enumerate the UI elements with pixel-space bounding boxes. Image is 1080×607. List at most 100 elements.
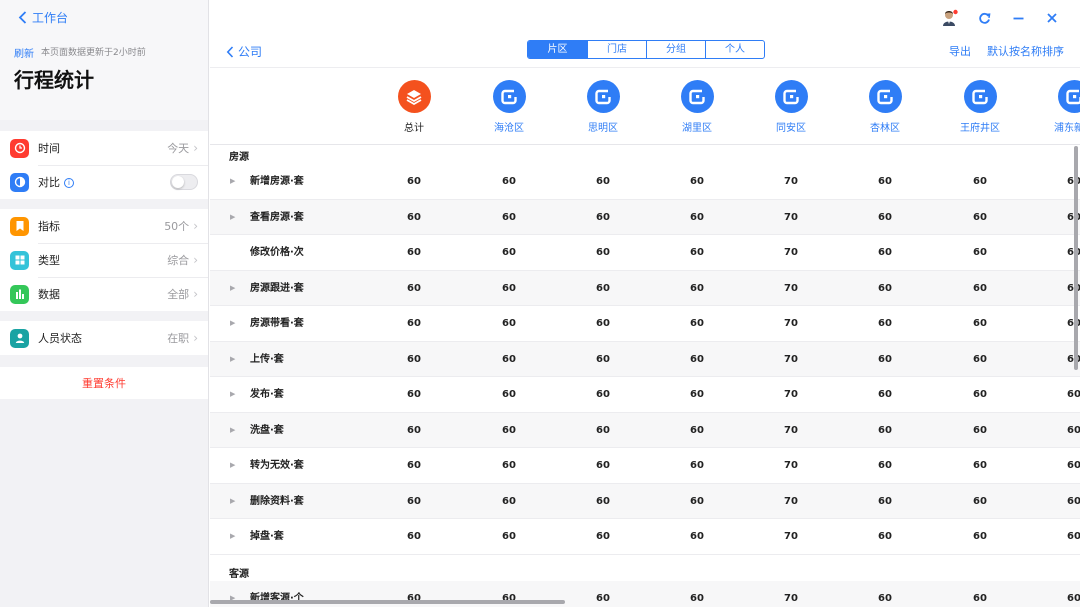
horizontal-scrollbar[interactable] — [210, 600, 565, 604]
clock-icon — [10, 138, 29, 158]
layers-icon — [397, 80, 431, 113]
table-row[interactable]: ▶新增房源·套6060606070606060 — [210, 164, 1080, 200]
page-title: 行程统计 — [14, 68, 94, 92]
table-cell: 60 — [596, 353, 610, 365]
refresh-link[interactable]: 刷新 — [14, 45, 34, 60]
filter-row-metric[interactable]: 指标 50个 › — [0, 209, 208, 243]
column-district[interactable]: 思明区 — [563, 80, 643, 134]
table-cell: 60 — [973, 592, 987, 604]
tab-group[interactable]: 分组 — [646, 41, 705, 58]
column-district[interactable]: 同安区 — [751, 80, 831, 134]
table-cell: 70 — [784, 353, 798, 365]
table-cell: 60 — [973, 176, 987, 187]
column-district[interactable]: 海沧区 — [469, 80, 549, 134]
minimize-icon[interactable] — [1008, 8, 1028, 28]
toolbar-actions: 导出 默认按名称排序 — [949, 43, 1064, 59]
table-cell: 60 — [973, 353, 987, 365]
scope-segmented-control: 片区 门店 分组 个人 — [527, 40, 765, 59]
sidebar-header: 工作台 刷新 本页面数据更新于2小时前 行程统计 — [0, 0, 208, 120]
table-cell: 60 — [596, 282, 610, 294]
filter-row-staff-status[interactable]: 人员状态 在职 › — [0, 321, 208, 355]
expand-caret-icon[interactable]: ▶ — [230, 271, 235, 306]
chevron-right-icon: › — [193, 331, 198, 345]
row-label: 新增房源·套 — [250, 176, 304, 187]
table-cell: 60 — [1067, 531, 1080, 542]
export-button[interactable]: 导出 — [949, 43, 971, 59]
expand-caret-icon[interactable]: ▶ — [230, 519, 235, 554]
table-cell: 60 — [407, 531, 421, 542]
table-cell: 60 — [596, 318, 610, 329]
expand-caret-icon[interactable]: ▶ — [230, 377, 235, 412]
table-row[interactable]: ▶ 掉盘·套 60 60 60 60 70 60 60 60 — [210, 519, 1080, 555]
table-cell: 70 — [784, 247, 798, 258]
reset-button[interactable]: 重置条件 — [0, 367, 208, 399]
table-row[interactable]: ▶ 洗盘·套 60 60 60 60 70 60 60 60 — [210, 412, 1080, 448]
table-cell: 60 — [690, 247, 704, 258]
column-district[interactable]: 杏林区 — [845, 80, 925, 134]
table-row[interactable]: ▶ 转为无效·套 60 60 60 60 70 60 60 60 — [210, 448, 1080, 484]
back-button[interactable]: 工作台 — [18, 9, 68, 26]
row-label: 发布·套 — [250, 389, 284, 400]
vertical-scrollbar[interactable] — [1074, 146, 1078, 370]
filter-row-type[interactable]: 类型 综合 › — [0, 243, 208, 277]
row-label: 洗盘·套 — [250, 424, 284, 436]
tab-district[interactable]: 片区 — [528, 41, 587, 58]
table-cell: 60 — [502, 460, 516, 471]
expand-caret-icon[interactable]: ▶ — [230, 306, 235, 341]
compare-toggle[interactable] — [170, 174, 198, 190]
filter-row-time[interactable]: 时间 今天 › — [0, 131, 208, 165]
close-icon[interactable] — [1042, 8, 1062, 28]
table-cell: 60 — [502, 531, 516, 542]
compare-label: 对比 — [38, 176, 60, 189]
table-cell: 60 — [878, 592, 892, 604]
table-cell: 60 — [690, 353, 704, 365]
table-row[interactable]: ▶房源带看·套6060606070606060 — [210, 306, 1080, 342]
sort-button[interactable]: 默认按名称排序 — [987, 43, 1064, 59]
table-cell: 70 — [784, 531, 798, 542]
table-cell: 60 — [407, 460, 421, 471]
chevron-right-icon: › — [193, 219, 198, 233]
column-district[interactable]: 王府井区 — [940, 80, 1020, 134]
filter-value: 50个 — [164, 220, 190, 233]
column-total[interactable]: 总计 — [374, 80, 454, 134]
table-row[interactable]: ▶房源跟进·套6060606070606060 — [210, 270, 1080, 306]
column-district[interactable]: 湖里区 — [657, 80, 737, 134]
expand-caret-icon[interactable]: ▶ — [230, 164, 235, 199]
table-cell: 60 — [973, 282, 987, 294]
company-back-button[interactable]: 公司 — [226, 43, 262, 60]
district-logo-icon — [963, 80, 997, 113]
expand-caret-icon[interactable]: ▶ — [230, 448, 235, 483]
bar-chart-icon — [10, 284, 29, 304]
table-cell: 60 — [407, 318, 421, 329]
column-name: 杏林区 — [870, 123, 900, 134]
table-cell: 60 — [690, 211, 704, 223]
expand-caret-icon[interactable]: ▶ — [230, 413, 235, 448]
table-cell: 60 — [973, 424, 987, 436]
table-row[interactable]: ▶查看房源·套6060606070606060 — [210, 199, 1080, 235]
row-label: 房源带看·套 — [250, 318, 304, 329]
tab-personal[interactable]: 个人 — [705, 41, 764, 58]
column-district[interactable]: 浦东新区 — [1034, 80, 1080, 134]
table-cell: 60 — [407, 211, 421, 223]
table-cell: 60 — [690, 495, 704, 507]
table-cell: 60 — [878, 353, 892, 365]
sidebar: 工作台 刷新 本页面数据更新于2小时前 行程统计 时间 今天 › 对比 i 指标… — [0, 0, 209, 607]
filter-row-data[interactable]: 数据 全部 › — [0, 277, 208, 311]
table-row[interactable]: ▶ 发布·套 60 60 60 60 70 60 60 60 — [210, 377, 1080, 413]
column-header: 总计 海沧区 思明区 湖里区 同安区 杏林区 王府井区 浦东新区 — [210, 69, 1080, 145]
expand-caret-icon[interactable]: ▶ — [230, 342, 235, 377]
info-icon[interactable]: i — [64, 178, 74, 188]
table-row[interactable]: ▶ 删除资料·套 60 60 60 60 70 60 60 60 — [210, 483, 1080, 519]
expand-caret-icon[interactable]: ▶ — [230, 200, 235, 235]
column-name: 湖里区 — [682, 123, 712, 134]
table-row[interactable]: ▶上传·套6060606070606060 — [210, 341, 1080, 377]
expand-caret-icon[interactable]: ▶ — [230, 484, 235, 519]
window-controls — [940, 8, 1062, 28]
table-cell: 60 — [878, 282, 892, 294]
tab-store[interactable]: 门店 — [587, 41, 646, 58]
district-logo-icon — [586, 80, 620, 113]
user-avatar[interactable] — [940, 8, 960, 28]
refresh-icon[interactable] — [974, 8, 994, 28]
filter-group-1: 时间 今天 › 对比 i — [0, 131, 208, 199]
table-cell: 70 — [784, 318, 798, 329]
